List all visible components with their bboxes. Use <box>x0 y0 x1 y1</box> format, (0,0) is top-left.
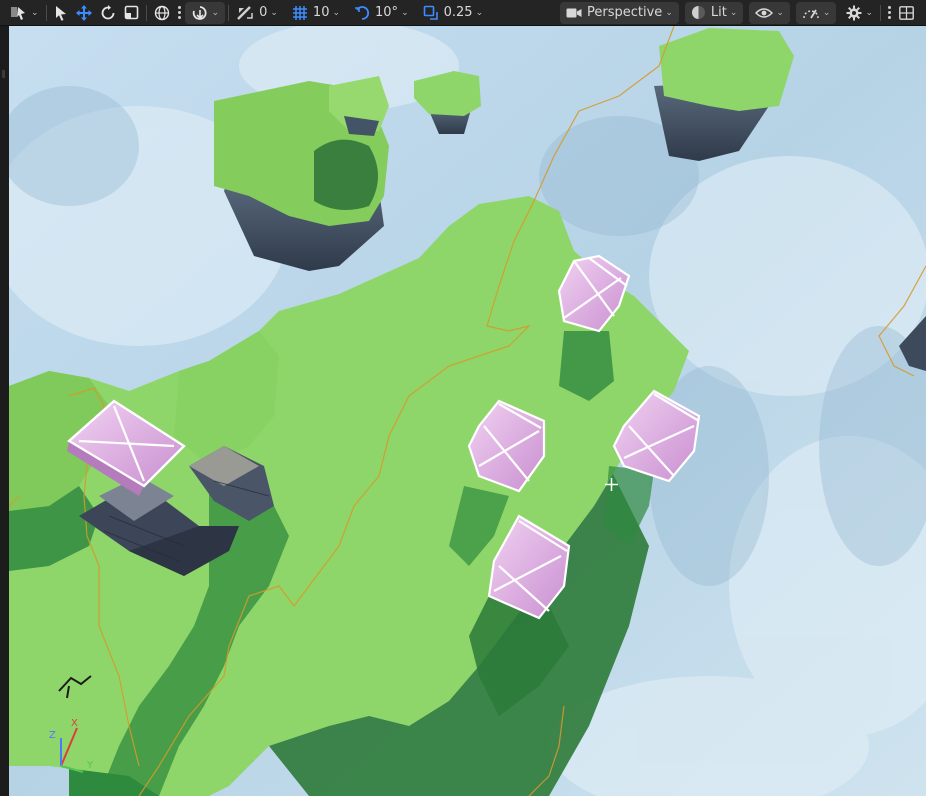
move-arrows-icon <box>75 4 92 21</box>
axis-gizmo: Z X Y <box>47 718 107 780</box>
show-flags-dropdown[interactable]: ⌄ <box>749 1 790 24</box>
scale-icon <box>124 5 139 20</box>
location-snap-value: 0 <box>259 5 268 20</box>
lighting-mode-dropdown[interactable]: Lit ⌄ <box>684 1 744 24</box>
scale-snap-dropdown[interactable]: 0.25 ⌄ <box>419 2 488 24</box>
chevron-down-icon: ⌄ <box>332 7 341 18</box>
chevron-down-icon: ⌄ <box>865 7 873 18</box>
viewport-crosshair-icon <box>605 476 618 491</box>
viewport-layout-button[interactable] <box>895 2 918 24</box>
surface-snapping-dropdown[interactable]: ⌄ <box>184 1 226 24</box>
viewport-settings-dropdown[interactable]: ⌄ <box>842 2 877 24</box>
editor-frame: ⌄ ⌄ 0 ⌄ 10 ⌄ 10° ⌄ 0.25 ⌄ Perspective ⌄ … <box>0 0 926 796</box>
lit-sphere-icon <box>691 5 706 20</box>
rotate-tool-button[interactable] <box>96 2 120 24</box>
chevron-down-icon: ⌄ <box>822 7 831 18</box>
chevron-down-icon: ⌄ <box>211 7 220 18</box>
scale-tool-button[interactable] <box>120 2 143 24</box>
more-options-icon[interactable] <box>177 6 181 19</box>
surface-snap-icon <box>191 5 209 21</box>
chevron-down-icon: ⌄ <box>776 7 784 18</box>
lighting-mode-label: Lit <box>710 5 727 20</box>
location-snap-icon <box>236 5 254 21</box>
cursor-arrow-icon <box>54 5 68 21</box>
select-mode-icon <box>10 5 28 21</box>
gauge-icon <box>802 5 820 21</box>
chevron-down-icon: ⌄ <box>729 7 738 18</box>
scale-snap-icon <box>423 5 439 21</box>
level-viewport[interactable]: Z X Y <box>9 26 926 796</box>
rotate-icon <box>100 4 116 21</box>
select-mode-dropdown[interactable]: ⌄ <box>6 2 43 24</box>
globe-icon <box>154 5 170 21</box>
realtime-performance-dropdown[interactable]: ⌄ <box>795 1 837 24</box>
chevron-down-icon: ⌄ <box>475 7 484 18</box>
grid-snap-value: 10 <box>312 5 330 20</box>
rotation-snap-dropdown[interactable]: 10° ⌄ <box>350 2 413 24</box>
chevron-down-icon: ⌄ <box>401 7 409 18</box>
camera-icon <box>566 7 582 19</box>
axis-y-label: Y <box>87 760 94 771</box>
eye-icon <box>755 7 774 19</box>
rotation-snap-icon <box>354 5 370 21</box>
axis-z-label: Z <box>49 730 56 741</box>
gear-icon <box>846 5 862 21</box>
left-panel-edge <box>0 26 9 796</box>
rotation-snap-value: 10° <box>375 5 399 20</box>
grid-icon <box>292 5 308 21</box>
layout-grid-icon <box>899 5 914 20</box>
select-tool-button[interactable] <box>50 2 72 24</box>
coordinate-system-button[interactable] <box>150 2 174 24</box>
grid-snap-dropdown[interactable]: 10 ⌄ <box>288 2 344 24</box>
chevron-down-icon: ⌄ <box>31 7 39 18</box>
location-snap-dropdown[interactable]: 0 ⌄ <box>232 2 282 24</box>
view-mode-dropdown[interactable]: Perspective ⌄ <box>560 1 679 24</box>
chevron-down-icon: ⌄ <box>665 7 673 18</box>
scene-render <box>9 26 926 796</box>
axis-x-label: X <box>71 718 78 729</box>
chevron-down-icon: ⌄ <box>270 7 278 18</box>
scale-snap-value: 0.25 <box>443 5 473 20</box>
kebab-menu-icon[interactable] <box>888 6 891 19</box>
view-mode-label: Perspective <box>587 5 663 20</box>
viewport-toolbar: ⌄ ⌄ 0 ⌄ 10 ⌄ 10° ⌄ 0.25 ⌄ Perspective ⌄ … <box>0 0 926 26</box>
translate-tool-button[interactable] <box>72 2 96 24</box>
